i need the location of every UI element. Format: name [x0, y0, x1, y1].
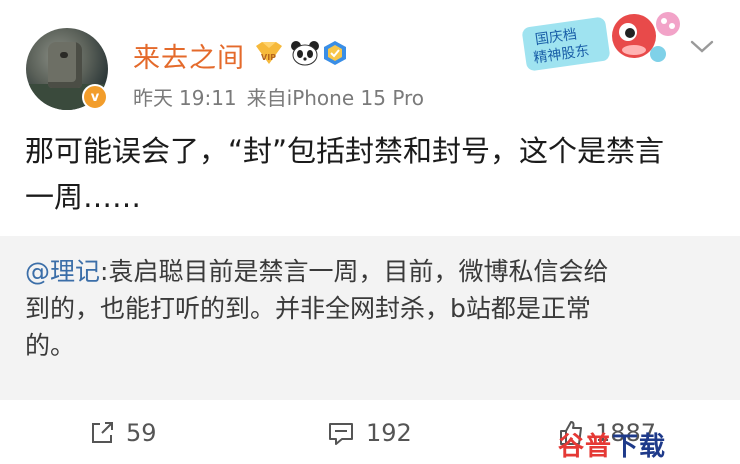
watermark-part1: 谷普 — [558, 432, 613, 462]
post-time: 19:11 — [179, 86, 237, 110]
verified-shield-icon — [324, 41, 346, 65]
svg-text:VIP: VIP — [261, 53, 276, 62]
vip-badge-icon: VIP — [256, 42, 282, 64]
comment-count: 192 — [366, 419, 412, 447]
comment-button[interactable]: 192 — [326, 416, 412, 450]
watermark-part2: 下载 — [612, 432, 667, 462]
post-header: v 来去之间 VIP 昨天 19:11 来自iPhone 15 Pro 国庆档 精神… — [0, 0, 740, 120]
guoqing-sticker-icon: 国庆档 精神股东 — [522, 12, 680, 71]
repost-body: @理记:袁启聪目前是禁言一周，目前，微博私信会给 到的，也能打听的到。并非全网封… — [25, 253, 725, 364]
share-icon — [92, 422, 113, 443]
mention-link[interactable]: @理记 — [25, 257, 100, 286]
share-button[interactable]: 59 — [88, 416, 157, 450]
post-line: 那可能误会了，“封”包括封禁和封号，这个是禁言 — [25, 134, 665, 168]
username[interactable]: 来去之间 — [133, 36, 245, 75]
comment-icon — [329, 423, 353, 445]
chevron-down-icon[interactable] — [688, 36, 716, 56]
repost-line: @理记:袁启聪目前是禁言一周，目前，微博私信会给 — [25, 253, 725, 290]
repost-line: 的。 — [25, 331, 76, 360]
repost-line: 到的，也能打听的到。并非全网封杀，b站都是正常 — [25, 294, 591, 323]
avatar-badge-label: v — [90, 89, 100, 105]
avatar-robot-figure — [48, 42, 82, 88]
post-meta: 昨天 19:11 来自iPhone 15 Pro — [133, 82, 424, 111]
repost-line1-text: :袁启聪目前是禁言一周，目前，微博私信会给 — [100, 257, 609, 286]
post-line: 一周…… — [25, 180, 142, 214]
post-source: 来自iPhone 15 Pro — [246, 86, 425, 110]
post-body: 那可能误会了，“封”包括封禁和封号，这个是禁言 一周…… — [25, 128, 725, 220]
watermark-logo: 谷普下载 — [558, 426, 666, 463]
verified-v-badge-icon: v — [82, 84, 108, 110]
share-count: 59 — [126, 419, 157, 447]
panda-icon — [291, 41, 319, 66]
post-day: 昨天 — [133, 86, 173, 110]
